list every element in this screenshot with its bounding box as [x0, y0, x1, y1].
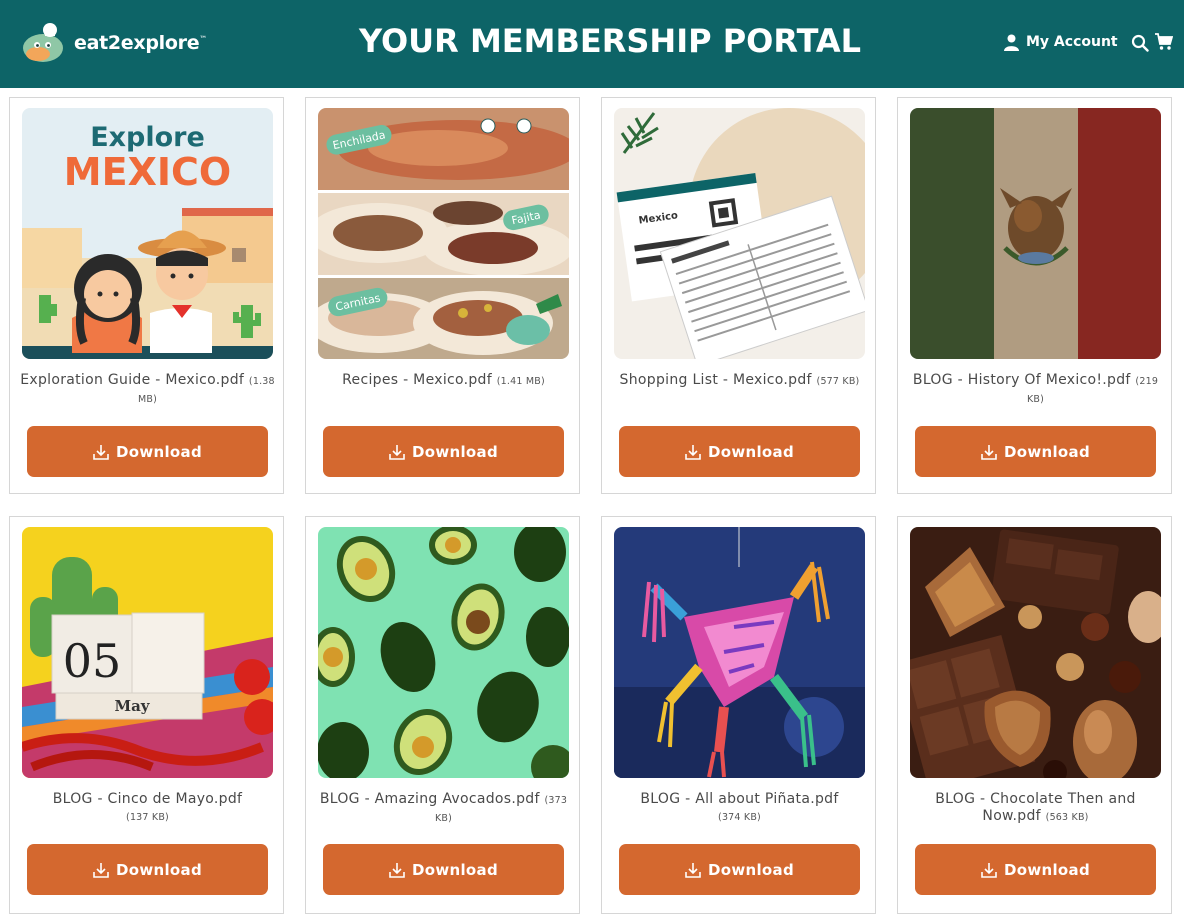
download-card: BLOG - History Of Mexico!.pdf (219 KB) D…: [897, 97, 1172, 494]
card-thumbnail: Explore MEXICO: [22, 108, 273, 359]
download-label: Download: [1004, 442, 1090, 461]
user-icon: [1004, 34, 1019, 51]
page-title: YOUR MEMBERSHIP PORTAL: [358, 22, 862, 60]
download-icon: [981, 444, 997, 460]
download-label: Download: [708, 442, 794, 461]
card-thumbnail: Mexico: [614, 108, 865, 359]
file-name: BLOG - All about Piñata.pdf: [640, 791, 839, 807]
thumb-explore-text: Explore: [90, 122, 205, 153]
card-thumbnail: [614, 527, 865, 778]
logo-mascot-icon: [20, 20, 66, 66]
download-button[interactable]: Download: [619, 426, 860, 477]
thumb-day-text: 05: [63, 634, 122, 688]
card-title: Exploration Guide - Mexico.pdf (1.38 MB): [18, 372, 277, 408]
file-name: Shopping List - Mexico.pdf: [619, 372, 812, 388]
file-size: (374 KB): [718, 812, 761, 823]
download-label: Download: [412, 442, 498, 461]
download-label: Download: [116, 442, 202, 461]
card-thumbnail: [910, 527, 1161, 778]
card-title: BLOG - History Of Mexico!.pdf (219 KB): [906, 372, 1165, 408]
download-icon: [685, 444, 701, 460]
download-card: Mexico Shopping List - Mexico.pdf (577 K…: [601, 97, 876, 494]
download-card: 05 May BLOG - Cinco de Mayo.pdf (137 KB) …: [9, 516, 284, 914]
download-label: Download: [412, 860, 498, 879]
card-title: Shopping List - Mexico.pdf (577 KB): [610, 372, 869, 390]
download-icon: [389, 444, 405, 460]
file-size: (563 KB): [1045, 812, 1089, 823]
download-label: Download: [708, 860, 794, 879]
thumb-mexico-text: MEXICO: [64, 150, 231, 194]
download-card: Explore MEXICO Exploration Guide - Mexic…: [9, 97, 284, 494]
card-thumbnail: Enchilada Fajita Carnitas: [318, 108, 569, 359]
file-name: Exploration Guide - Mexico.pdf: [20, 372, 245, 388]
cart-icon[interactable]: [1155, 33, 1173, 51]
file-name: BLOG - Cinco de Mayo.pdf: [52, 791, 243, 807]
site-header: eat2explore™ YOUR MEMBERSHIP PORTAL My A…: [0, 0, 1184, 88]
download-card: BLOG - Chocolate Then and Now.pdf (563 K…: [897, 516, 1172, 914]
file-size: (137 KB): [126, 812, 169, 823]
download-button[interactable]: Download: [915, 426, 1156, 477]
download-card: BLOG - Amazing Avocados.pdf (373 KB) Dow…: [305, 516, 580, 914]
download-icon: [93, 862, 109, 878]
search-icon[interactable]: [1131, 34, 1149, 52]
download-card: Enchilada Fajita Carnitas Recipes - Mexi…: [305, 97, 580, 494]
file-size: (1.41 MB): [496, 376, 545, 387]
download-button[interactable]: Download: [323, 426, 564, 477]
my-account-link[interactable]: My Account: [1004, 31, 1118, 53]
download-button[interactable]: Download: [323, 844, 564, 895]
card-title: BLOG - Chocolate Then and Now.pdf (563 K…: [906, 791, 1165, 826]
download-button[interactable]: Download: [619, 844, 860, 895]
my-account-label: My Account: [1026, 34, 1118, 50]
download-card: BLOG - All about Piñata.pdf (374 KB) Down…: [601, 516, 876, 914]
file-size: (577 KB): [816, 376, 860, 387]
download-label: Download: [116, 860, 202, 879]
card-title: BLOG - Amazing Avocados.pdf (373 KB): [314, 791, 573, 827]
download-icon: [981, 862, 997, 878]
card-thumbnail: [910, 108, 1161, 359]
download-icon: [685, 862, 701, 878]
card-title: Recipes - Mexico.pdf (1.41 MB): [314, 372, 573, 390]
brand-name: eat2explore: [74, 32, 200, 54]
file-name: BLOG - History Of Mexico!.pdf: [912, 372, 1131, 388]
brand-logo[interactable]: eat2explore™: [20, 20, 207, 66]
download-button[interactable]: Download: [27, 844, 268, 895]
file-name: BLOG - Amazing Avocados.pdf: [319, 791, 540, 807]
card-title: BLOG - Cinco de Mayo.pdf (137 KB): [18, 791, 277, 826]
download-icon: [93, 444, 109, 460]
card-title: BLOG - All about Piñata.pdf (374 KB): [610, 791, 869, 826]
card-thumbnail: 05 May: [22, 527, 273, 778]
download-label: Download: [1004, 860, 1090, 879]
download-button[interactable]: Download: [27, 426, 268, 477]
file-name: BLOG - Chocolate Then and Now.pdf: [935, 791, 1136, 824]
file-name: Recipes - Mexico.pdf: [342, 372, 492, 388]
download-button[interactable]: Download: [915, 844, 1156, 895]
download-icon: [389, 862, 405, 878]
card-thumbnail: [318, 527, 569, 778]
thumb-month-text: May: [114, 697, 150, 715]
trademark-mark: ™: [199, 34, 207, 44]
